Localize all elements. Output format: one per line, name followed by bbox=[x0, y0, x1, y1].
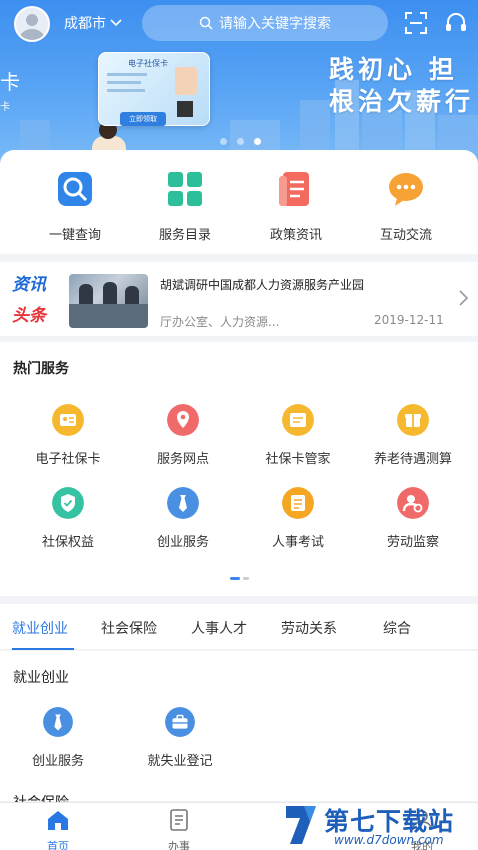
category-item-label: 创业服务 bbox=[31, 754, 84, 769]
task-icon bbox=[170, 809, 188, 831]
home-icon bbox=[48, 811, 68, 830]
avatar[interactable] bbox=[14, 6, 50, 42]
gift-box-icon bbox=[397, 404, 429, 436]
service-label: 养老待遇测算 bbox=[373, 452, 452, 467]
category-item-label: 就失业登记 bbox=[147, 754, 213, 769]
service-social-rights[interactable]: 社保权益 bbox=[9, 487, 127, 550]
search-placeholder: 请输入关键字搜索 bbox=[219, 16, 331, 32]
service-label: 社保权益 bbox=[41, 535, 94, 550]
service-pension-calc[interactable]: 养老待遇测算 bbox=[354, 404, 472, 467]
card-title: 电子社保卡 bbox=[128, 59, 168, 68]
active-tab-indicator bbox=[12, 648, 74, 650]
nav-label: 办事 bbox=[168, 840, 190, 850]
quick-actions: 一键查询 服务目录 政策资讯 互动交流 bbox=[0, 150, 478, 254]
service-label: 电子社保卡 bbox=[35, 452, 101, 467]
category-section: 就业创业 创业服务 就失业登记 社会保险 bbox=[0, 651, 478, 811]
quick-action-policy[interactable]: 政策资讯 bbox=[246, 170, 346, 243]
service-label: 人事考试 bbox=[271, 535, 324, 550]
search-input[interactable]: 请输入关键字搜索 bbox=[142, 5, 388, 41]
news-tag-line-2: 头条 bbox=[12, 306, 46, 326]
banner-dot[interactable] bbox=[237, 138, 244, 145]
watermark: 第七下载站 www.d7down.com bbox=[282, 800, 478, 850]
chevron-down-icon bbox=[110, 19, 122, 27]
banner-dot-active[interactable] bbox=[254, 138, 261, 145]
quick-action-label: 政策资讯 bbox=[269, 228, 322, 243]
city-label: 成都市 bbox=[64, 16, 106, 32]
id-card-icon bbox=[52, 404, 84, 436]
service-card-manager[interactable]: 社保卡管家 bbox=[239, 404, 357, 467]
banner[interactable]: 卡 卡 电子社保卡 立即领取 践初心 担 根治欠薪行 成都市 请输入关键字搜索 bbox=[0, 0, 478, 170]
section-title: 热门服务 bbox=[13, 361, 69, 377]
shield-icon bbox=[52, 487, 84, 519]
quick-action-query[interactable]: 一键查询 bbox=[25, 170, 125, 243]
top-bar: 成都市 请输入关键字搜索 bbox=[0, 0, 478, 46]
hot-services: 热门服务 电子社保卡 服务网点 社保卡管家 养老待遇测算 社保权益 创业服务 人… bbox=[0, 342, 478, 596]
slogan-line-1: 践初心 担 bbox=[328, 55, 458, 84]
slogan-line-2: 根治欠薪行 bbox=[328, 87, 474, 116]
category-item-entrepreneurship[interactable]: 创业服务 bbox=[8, 707, 108, 769]
exam-icon bbox=[282, 487, 314, 519]
service-entrepreneurship[interactable]: 创业服务 bbox=[124, 487, 242, 550]
service-label: 劳动监察 bbox=[386, 535, 439, 550]
news-source: 厅办公室、人力资源... bbox=[160, 315, 280, 329]
news-tag: 资讯 头条 bbox=[12, 270, 62, 326]
quick-action-label: 一键查询 bbox=[48, 228, 101, 243]
inspector-icon bbox=[397, 487, 429, 519]
nav-label: 首页 bbox=[47, 840, 69, 850]
banner-dot[interactable] bbox=[220, 138, 227, 145]
category-tabs: 就业创业 社会保险 人事人才 劳动关系 综合 bbox=[0, 604, 478, 650]
scan-icon[interactable] bbox=[405, 12, 427, 34]
card-claim-button[interactable]: 立即领取 bbox=[120, 112, 166, 126]
banner-slogan: 践初心 担 根治欠薪行 bbox=[329, 54, 474, 118]
document-icon bbox=[279, 172, 309, 206]
service-label: 服务网点 bbox=[156, 452, 209, 467]
service-e-social-card[interactable]: 电子社保卡 bbox=[9, 404, 127, 467]
service-outlets[interactable]: 服务网点 bbox=[124, 404, 242, 467]
quick-action-label: 互动交流 bbox=[379, 228, 432, 243]
nav-home[interactable]: 首页 bbox=[28, 809, 88, 850]
news-title: 胡斌调研中国成都人力资源服务产业园 bbox=[160, 278, 365, 292]
quick-action-interaction[interactable]: 互动交流 bbox=[356, 170, 456, 243]
watermark-url: www.d7down.com bbox=[334, 833, 444, 847]
services-pagination bbox=[230, 577, 249, 580]
page-indicator bbox=[243, 577, 249, 580]
service-labor-inspection[interactable]: 劳动监察 bbox=[354, 487, 472, 550]
location-pin-icon bbox=[167, 404, 199, 436]
headset-icon[interactable] bbox=[444, 11, 468, 35]
news-thumbnail bbox=[69, 274, 148, 328]
briefcase-icon bbox=[165, 707, 195, 737]
tab-labor-relations[interactable]: 劳动关系 bbox=[281, 618, 337, 638]
quick-action-label: 服务目录 bbox=[158, 228, 211, 243]
grid-icon bbox=[168, 172, 202, 206]
search-icon bbox=[199, 16, 213, 30]
banner-pagination bbox=[220, 138, 261, 145]
card-manager-icon bbox=[282, 404, 314, 436]
service-label: 社保卡管家 bbox=[265, 452, 331, 467]
chat-icon bbox=[389, 173, 423, 206]
user-avatar-icon bbox=[20, 14, 44, 40]
watermark-logo-icon bbox=[286, 806, 316, 844]
section-title: 就业创业 bbox=[13, 670, 69, 686]
news-headline[interactable]: 资讯 头条 胡斌调研中国成都人力资源服务产业园 厅办公室、人力资源... 201… bbox=[0, 262, 478, 336]
quick-action-catalog[interactable]: 服务目录 bbox=[135, 170, 235, 243]
nav-tasks[interactable]: 办事 bbox=[149, 809, 209, 850]
tab-social-insurance[interactable]: 社会保险 bbox=[101, 618, 157, 638]
tie-icon bbox=[43, 707, 73, 737]
search-icon bbox=[58, 172, 92, 206]
tab-general[interactable]: 综合 bbox=[383, 618, 411, 638]
city-selector[interactable]: 成都市 bbox=[64, 13, 122, 33]
news-date: 2019-12-11 bbox=[374, 313, 444, 327]
service-personnel-exam[interactable]: 人事考试 bbox=[239, 487, 357, 550]
service-label: 创业服务 bbox=[156, 535, 209, 550]
banner-edge-text-small: 卡 bbox=[0, 102, 10, 113]
tie-icon bbox=[167, 487, 199, 519]
page-indicator-active bbox=[230, 577, 240, 580]
chevron-right-icon bbox=[459, 290, 469, 306]
tab-employment[interactable]: 就业创业 bbox=[12, 618, 68, 638]
banner-edge-text: 卡 bbox=[0, 70, 20, 94]
news-tag-line-1: 资讯 bbox=[12, 275, 46, 295]
category-item-unemployment-registration[interactable]: 就失业登记 bbox=[130, 707, 230, 769]
tab-personnel[interactable]: 人事人才 bbox=[191, 618, 247, 638]
